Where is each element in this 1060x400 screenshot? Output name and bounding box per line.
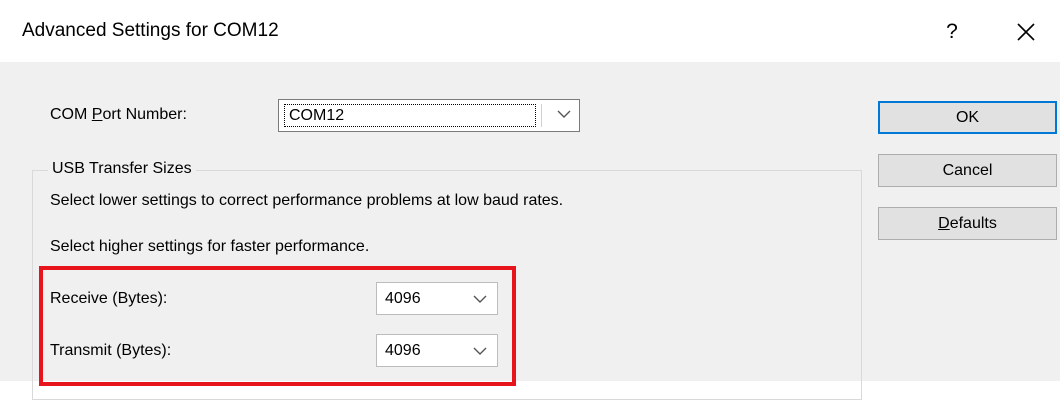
hint-higher-settings: Select higher settings for faster perfor… — [50, 238, 370, 255]
usb-transfer-group-title: USB Transfer Sizes — [48, 160, 196, 178]
com-port-value: COM12 — [284, 104, 536, 127]
hint-lower-settings: Select lower settings to correct perform… — [50, 192, 564, 209]
com-port-select[interactable]: COM12 — [278, 99, 580, 132]
com-port-label-prefix: COM — [50, 106, 92, 123]
cancel-button[interactable]: Cancel — [878, 154, 1057, 187]
com-port-label: COM Port Number: — [50, 106, 187, 124]
defaults-accesskey: D — [938, 215, 950, 232]
com-port-label-suffix: ort Number: — [102, 106, 187, 123]
defaults-label: efaults — [949, 215, 997, 232]
title-bar: Advanced Settings for COM12 ? — [0, 0, 1060, 62]
defaults-button[interactable]: Defaults — [878, 207, 1057, 240]
close-icon — [1017, 23, 1035, 41]
advanced-settings-dialog: Advanced Settings for COM12 ? COM Port N… — [0, 0, 1060, 400]
close-button[interactable] — [1000, 12, 1052, 52]
help-icon: ? — [946, 20, 958, 43]
help-button[interactable]: ? — [930, 12, 974, 52]
chevron-down-icon — [557, 110, 571, 118]
window-title: Advanced Settings for COM12 — [22, 20, 279, 41]
com-port-label-accesskey: P — [91, 106, 103, 123]
highlight-annotation — [39, 266, 516, 386]
dropdown-separator — [541, 104, 542, 127]
ok-button[interactable]: OK — [878, 101, 1057, 134]
